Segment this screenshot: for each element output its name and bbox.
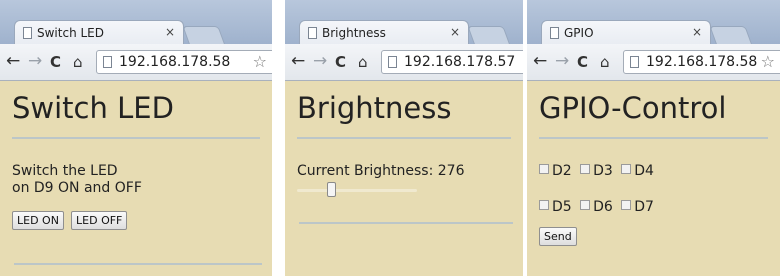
forward-arrow-icon[interactable]: →: [28, 52, 42, 70]
tab-close-icon[interactable]: ×: [165, 25, 175, 39]
tab-close-icon[interactable]: ×: [692, 25, 702, 39]
checkbox-label: D4: [634, 163, 654, 179]
page-title: GPIO-Control: [539, 91, 727, 125]
back-arrow-icon[interactable]: ←: [533, 52, 547, 70]
checkbox[interactable]: [580, 164, 591, 174]
page-icon: [550, 27, 559, 39]
tab-switch-led[interactable]: Switch LED ×: [14, 20, 184, 46]
back-arrow-icon[interactable]: ←: [291, 52, 305, 70]
checkbox-item[interactable]: D2: [539, 163, 572, 179]
page-title: Brightness: [297, 91, 452, 125]
tab-close-icon[interactable]: ×: [450, 25, 460, 39]
divider: [14, 263, 262, 265]
slider-thumb[interactable]: [327, 182, 336, 197]
new-tab-button[interactable]: [709, 26, 753, 46]
tab-strip: Switch LED ×: [0, 0, 272, 46]
home-icon[interactable]: ⌂: [600, 53, 610, 71]
checkbox-label: D3: [593, 163, 613, 179]
tab-title: Switch LED: [37, 26, 104, 40]
brightness-slider[interactable]: [297, 182, 511, 198]
page-icon: [23, 27, 32, 39]
divider: [12, 137, 260, 139]
checkbox-label: D7: [634, 199, 654, 215]
browser-window-brightness: Brightness × ← → C ⌂ 192.168.178.57 Brig…: [285, 0, 523, 276]
address-bar[interactable]: 192.168.178.58 ☆: [623, 50, 780, 74]
slider-track: [297, 189, 417, 192]
tab-title: GPIO: [564, 26, 594, 40]
checkbox[interactable]: [580, 200, 591, 210]
checkbox[interactable]: [621, 200, 632, 210]
checkbox-item[interactable]: D3: [580, 163, 613, 179]
reload-icon[interactable]: C: [50, 53, 61, 71]
checkbox-row: D2 D3 D4: [539, 163, 768, 179]
button-row: LED ON LED OFF: [12, 209, 260, 230]
page-content: Brightness Current Brightness: 276: [285, 81, 523, 276]
page-content: Switch LED Switch the LED on D9 ON and O…: [0, 81, 272, 276]
checkbox-item[interactable]: D5: [539, 199, 572, 215]
tab-brightness[interactable]: Brightness ×: [299, 20, 469, 46]
page-icon: [308, 27, 317, 39]
bookmark-star-icon[interactable]: ☆: [761, 52, 775, 71]
checkbox[interactable]: [539, 200, 549, 210]
browser-window-switch-led: Switch LED × ← → C ⌂ 192.168.178.58 ☆ Sw…: [0, 0, 272, 276]
description-line: Switch the LED: [12, 163, 118, 179]
checkbox-label: D2: [552, 163, 572, 179]
divider: [539, 137, 768, 139]
forward-arrow-icon[interactable]: →: [313, 52, 327, 70]
page-icon: [103, 56, 112, 68]
tab-strip: GPIO ×: [527, 0, 780, 46]
send-button[interactable]: Send: [539, 227, 577, 246]
new-tab-button[interactable]: [467, 26, 511, 46]
address-bar[interactable]: 192.168.178.57: [381, 50, 523, 74]
checkbox-item[interactable]: D6: [580, 199, 613, 215]
checkbox-label: D5: [552, 199, 572, 215]
new-tab-button[interactable]: [182, 26, 226, 46]
url-text: 192.168.178.57: [404, 54, 516, 70]
divider: [297, 137, 511, 139]
reload-icon[interactable]: C: [577, 53, 588, 71]
checkbox-item[interactable]: D4: [621, 163, 654, 179]
url-text: 192.168.178.58: [119, 54, 231, 70]
bookmark-star-icon[interactable]: ☆: [253, 52, 267, 71]
home-icon[interactable]: ⌂: [358, 53, 368, 71]
button-row: Send: [539, 225, 768, 246]
divider: [299, 222, 513, 224]
page-title: Switch LED: [12, 91, 174, 125]
toolbar: ← → C ⌂ 192.168.178.58 ☆: [0, 44, 272, 81]
page-icon: [388, 56, 397, 68]
toolbar: ← → C ⌂ 192.168.178.57: [285, 44, 523, 81]
led-off-button[interactable]: LED OFF: [71, 211, 128, 230]
tab-title: Brightness: [322, 26, 386, 40]
checkbox[interactable]: [621, 164, 632, 174]
toolbar: ← → C ⌂ 192.168.178.58 ☆: [527, 44, 780, 81]
tab-strip: Brightness ×: [285, 0, 523, 46]
page-content: GPIO-Control D2 D3 D4 D5 D6 D7 Send: [527, 81, 780, 276]
browser-window-gpio: GPIO × ← → C ⌂ 192.168.178.58 ☆ GPIO-Con…: [527, 0, 780, 276]
reload-icon[interactable]: C: [335, 53, 346, 71]
checkbox[interactable]: [539, 164, 549, 174]
checkbox-item[interactable]: D7: [621, 199, 654, 215]
checkbox-row: D5 D6 D7: [539, 199, 768, 215]
home-icon[interactable]: ⌂: [73, 53, 83, 71]
page-icon: [630, 56, 639, 68]
url-text: 192.168.178.58: [646, 54, 758, 70]
description-line: on D9 ON and OFF: [12, 180, 142, 196]
back-arrow-icon[interactable]: ←: [6, 52, 20, 70]
tab-gpio[interactable]: GPIO ×: [541, 20, 711, 46]
checkbox-label: D6: [593, 199, 613, 215]
led-on-button[interactable]: LED ON: [12, 211, 64, 230]
address-bar[interactable]: 192.168.178.58 ☆: [96, 50, 272, 74]
forward-arrow-icon[interactable]: →: [555, 52, 569, 70]
description: Switch the LED on D9 ON and OFF: [12, 163, 260, 197]
brightness-label: Current Brightness: 276: [297, 163, 465, 179]
